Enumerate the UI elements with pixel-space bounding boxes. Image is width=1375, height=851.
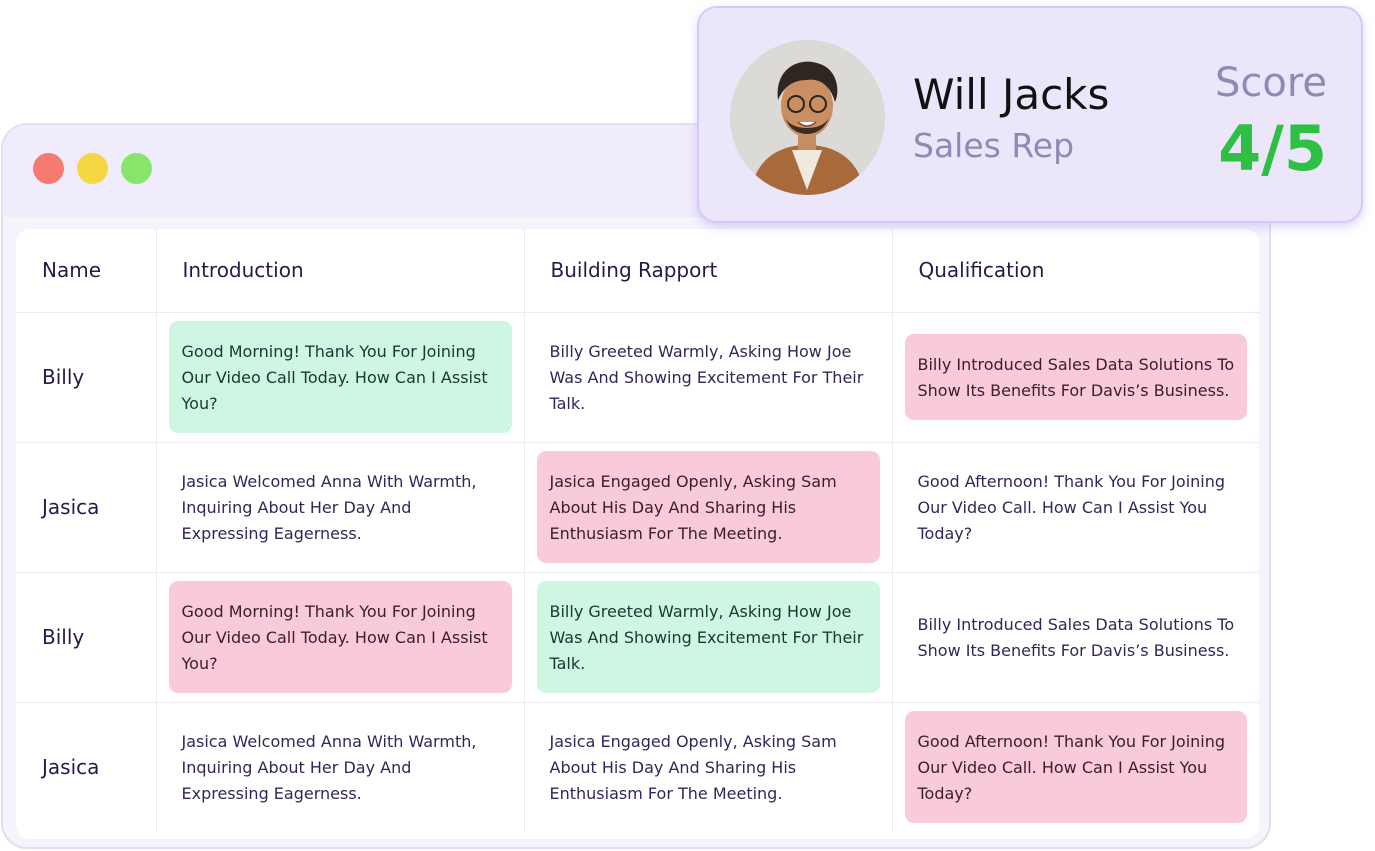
table-row[interactable]: Jasica Jasica Welcomed Anna With Warmth, … [16,442,1259,573]
rep-name-cell: Jasica [16,702,157,832]
building-rapport-note-pink[interactable]: Jasica Engaged Openly, Asking Sam About … [536,451,880,563]
column-header-introduction[interactable]: Introduction [156,229,525,313]
rep-name-cell: Billy [16,312,157,443]
qualification-cell: Billy Introduced Sales Data Solutions To… [892,572,1259,703]
introduction-note-plain[interactable]: Jasica Welcomed Anna With Warmth, Inquir… [169,451,512,563]
minimize-window-button[interactable] [77,153,108,184]
introduction-cell: Good Morning! Thank You For Joining Our … [156,312,525,443]
person-avatar-icon [730,40,885,195]
table-row[interactable]: Jasica Jasica Welcomed Anna With Warmth, … [16,702,1259,832]
building-rapport-note-plain[interactable]: Jasica Engaged Openly, Asking Sam About … [537,711,880,823]
qualification-note-plain[interactable]: Good Afternoon! Thank You For Joining Ou… [905,451,1248,563]
table-row[interactable]: Billy Good Morning! Thank You For Joining… [16,572,1259,703]
introduction-note-pink[interactable]: Good Morning! Thank You For Joining Our … [168,581,512,693]
column-header-name[interactable]: Name [16,229,157,313]
avatar [730,40,885,195]
building-rapport-cell: Jasica Engaged Openly, Asking Sam About … [524,442,893,573]
score-label: Score [1214,60,1327,106]
column-header-qualification[interactable]: Qualification [892,229,1259,313]
rep-profile-card: Will Jacks Sales Rep Score 4/5 [697,6,1363,223]
table-row[interactable]: Billy Good Morning! Thank You For Joining… [16,312,1259,443]
introduction-cell: Good Morning! Thank You For Joining Our … [156,572,525,703]
rep-name-cell: Jasica [16,442,157,573]
rep-role: Sales Rep [913,126,1075,165]
qualification-note-plain[interactable]: Billy Introduced Sales Data Solutions To… [905,594,1248,680]
maximize-window-button[interactable] [121,153,152,184]
app-window: Name Introduction Building Rapport Quali… [1,123,1271,849]
building-rapport-note-green[interactable]: Billy Greeted Warmly, Asking How Joe Was… [536,581,880,693]
building-rapport-cell: Billy Greeted Warmly, Asking How Joe Was… [524,312,893,443]
score-value: 4/5 [1218,112,1327,185]
column-header-building-rapport[interactable]: Building Rapport [524,229,893,313]
building-rapport-cell: Jasica Engaged Openly, Asking Sam About … [524,702,893,832]
evaluation-table: Name Introduction Building Rapport Quali… [16,229,1259,832]
introduction-cell: Jasica Welcomed Anna With Warmth, Inquir… [156,442,525,573]
table-header-row: Name Introduction Building Rapport Quali… [16,229,1259,313]
building-rapport-note-plain[interactable]: Billy Greeted Warmly, Asking How Joe Was… [537,321,880,433]
qualification-cell: Good Afternoon! Thank You For Joining Ou… [892,702,1259,832]
introduction-cell: Jasica Welcomed Anna With Warmth, Inquir… [156,702,525,832]
qualification-cell: Good Afternoon! Thank You For Joining Ou… [892,442,1259,573]
building-rapport-cell: Billy Greeted Warmly, Asking How Joe Was… [524,572,893,703]
introduction-note-plain[interactable]: Jasica Welcomed Anna With Warmth, Inquir… [169,711,512,823]
qualification-cell: Billy Introduced Sales Data Solutions To… [892,312,1259,443]
close-window-button[interactable] [33,153,64,184]
rep-name-cell: Billy [16,572,157,703]
rep-name: Will Jacks [913,70,1110,119]
evaluation-table-card: Name Introduction Building Rapport Quali… [16,229,1259,839]
qualification-note-pink[interactable]: Billy Introduced Sales Data Solutions To… [904,334,1247,420]
qualification-note-pink[interactable]: Good Afternoon! Thank You For Joining Ou… [904,711,1247,824]
introduction-note-green[interactable]: Good Morning! Thank You For Joining Our … [168,321,512,433]
